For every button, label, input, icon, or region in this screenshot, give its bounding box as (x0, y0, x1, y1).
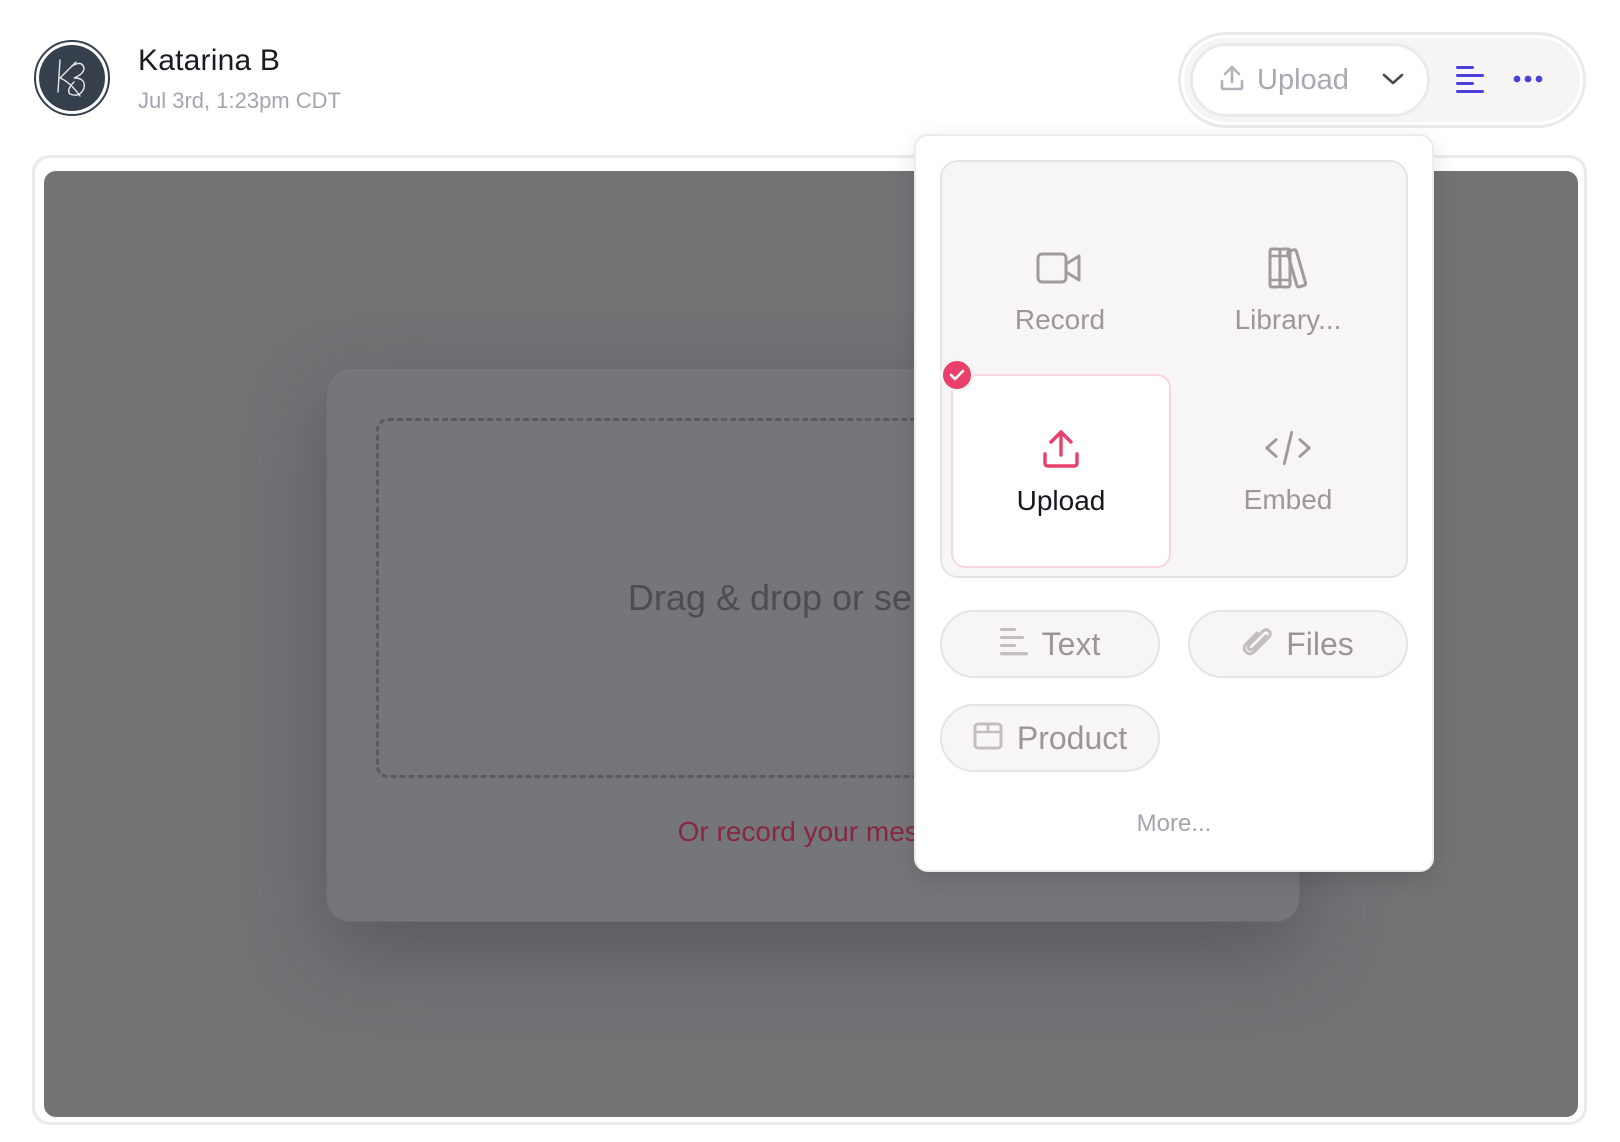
option-embed[interactable]: Embed (1178, 374, 1398, 566)
option-upload[interactable]: Upload (951, 374, 1171, 568)
video-camera-icon (1036, 244, 1084, 292)
selected-check-badge (940, 358, 974, 392)
avatar[interactable] (34, 40, 110, 116)
option-label: Files (1286, 625, 1354, 662)
content-type-select[interactable]: Upload (1190, 43, 1430, 117)
option-label: Library... (1234, 304, 1342, 335)
option-label: Record (1014, 304, 1106, 335)
signature-monogram-icon (57, 59, 85, 97)
option-label: Upload (1016, 485, 1106, 516)
option-record[interactable]: Record (950, 194, 1170, 386)
text-lines-icon (999, 627, 1028, 662)
paperclip-icon (1242, 626, 1272, 663)
upload-icon (1037, 425, 1085, 473)
more-options-button[interactable] (1512, 64, 1546, 94)
checkmark-icon (949, 369, 965, 381)
content-type-select-label: Upload (1257, 63, 1349, 96)
option-label: Product (1016, 719, 1128, 756)
post-timestamp: Jul 3rd, 1:23pm CDT (138, 88, 341, 113)
option-label: Embed (1243, 484, 1333, 515)
option-library[interactable]: Library... (1178, 194, 1398, 386)
books-icon (1264, 244, 1312, 292)
user-name: Katarina B (138, 44, 281, 77)
code-icon (1264, 424, 1312, 472)
option-product[interactable]: Product (940, 704, 1160, 772)
option-label: Text (1041, 625, 1101, 662)
chevron-down-icon (1381, 71, 1405, 92)
ellipsis-icon (1513, 75, 1543, 83)
more-options-link[interactable]: More... (914, 810, 1434, 838)
avatar-monogram (39, 45, 105, 111)
align-left-icon (1456, 66, 1484, 93)
box-icon (973, 721, 1003, 756)
option-files[interactable]: Files (1188, 610, 1408, 678)
upload-icon (1219, 64, 1245, 97)
text-layout-button[interactable] (1454, 62, 1488, 96)
option-text[interactable]: Text (940, 610, 1160, 678)
